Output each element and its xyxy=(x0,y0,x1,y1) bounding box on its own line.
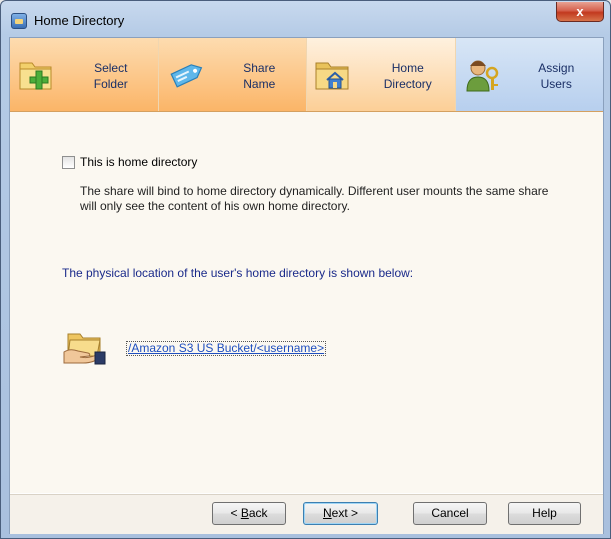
home-directory-path-link[interactable]: /Amazon S3 US Bucket/<username> xyxy=(126,341,327,356)
back-button-label: ack xyxy=(248,506,268,520)
step-select-folder[interactable]: Select Folder xyxy=(10,38,159,111)
step-home-directory[interactable]: Home Directory xyxy=(307,38,456,111)
back-button-prefix: < xyxy=(230,506,241,520)
next-button-mnemonic: N xyxy=(322,506,332,520)
next-button[interactable]: Next > xyxy=(303,502,378,525)
location-heading: The physical location of the user's home… xyxy=(62,266,414,280)
step-label-assign-users: Assign Users xyxy=(538,61,575,91)
window-title: Home Directory xyxy=(34,13,125,28)
close-icon: x xyxy=(576,4,584,19)
cancel-button[interactable]: Cancel xyxy=(413,502,487,525)
back-button[interactable]: < Back xyxy=(212,502,286,525)
home-directory-checkbox-label[interactable]: This is home directory xyxy=(80,155,197,169)
next-button-label: ext > xyxy=(331,506,359,520)
dialog-window: Home Directory x Select Folder Share Nam… xyxy=(0,0,611,539)
user-key-icon xyxy=(465,60,498,92)
folder-add-icon xyxy=(19,62,52,90)
folder-hand-icon xyxy=(63,333,106,365)
step-label-home-directory: Home Directory xyxy=(383,61,432,91)
tag-icon xyxy=(169,64,202,88)
home-directory-checkbox-row[interactable]: This is home directory xyxy=(62,155,197,169)
back-button-mnemonic: B xyxy=(240,506,249,520)
step-share-name[interactable]: Share Name xyxy=(158,38,307,111)
help-button[interactable]: Help xyxy=(508,502,581,525)
button-bar: < Back Next > Cancel Help xyxy=(10,494,603,534)
home-folder-icon xyxy=(315,62,349,90)
dialog-client: Select Folder Share Name Home Directory … xyxy=(9,37,604,534)
content-panel: This is home directory The share will bi… xyxy=(10,112,603,493)
wizard-steps: Select Folder Share Name Home Directory … xyxy=(10,38,603,112)
home-directory-checkbox[interactable] xyxy=(62,155,75,169)
step-label-share-name: Share Name xyxy=(243,61,276,91)
title-bar[interactable]: Home Directory x xyxy=(1,1,610,37)
step-label-select-folder: Select Folder xyxy=(93,61,128,91)
step-assign-users[interactable]: Assign Users xyxy=(455,38,603,111)
home-directory-description: The share will bind to home directory dy… xyxy=(80,184,549,213)
close-button[interactable]: x xyxy=(556,2,604,22)
app-icon xyxy=(11,13,27,29)
